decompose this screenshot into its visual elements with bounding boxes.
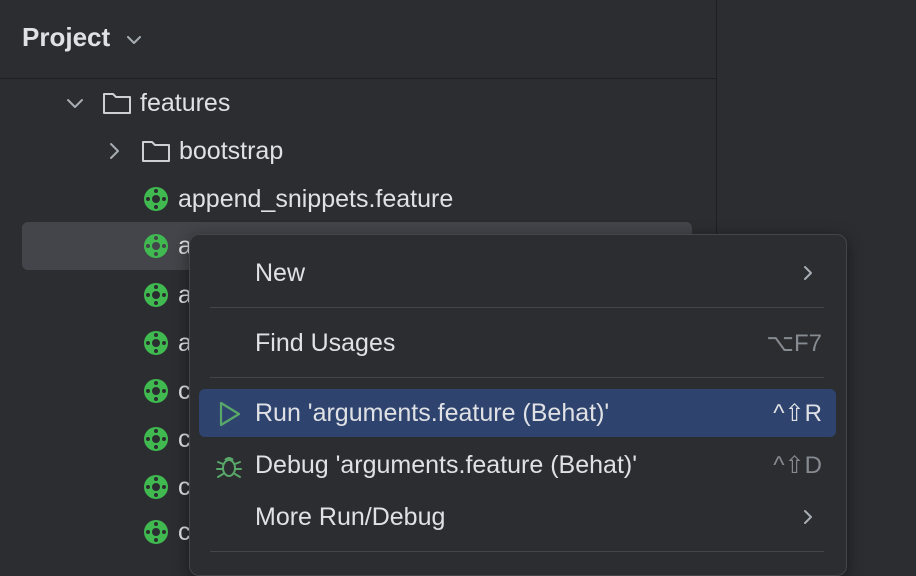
menu-separator [210,307,824,308]
tree-item-feature[interactable]: c [142,367,191,415]
menu-separator [210,551,824,552]
shortcut-label: ^⇧D [773,452,822,479]
menu-item-label: Run 'arguments.feature (Behat)' [255,399,610,427]
tree-item-label: features [140,88,231,117]
menu-separator [210,377,824,378]
chevron-down-icon[interactable] [64,92,86,114]
menu-item-new[interactable]: New [199,249,836,297]
menu-item-debug[interactable]: Debug 'arguments.feature (Behat)' ^⇧D [199,441,836,489]
menu-item-label: Find Usages [255,329,396,357]
cucumber-icon [144,187,168,211]
run-icon [219,401,241,427]
chevron-down-icon[interactable] [124,30,144,50]
cucumber-icon [144,283,168,307]
tree-item-label: append_snippets.feature [178,184,454,213]
cucumber-icon [144,379,168,403]
folder-icon [103,93,131,114]
tree-item-feature[interactable]: a [142,271,192,319]
menu-item-run[interactable]: Run 'arguments.feature (Behat)' ^⇧R [199,389,836,437]
menu-item-find-usages[interactable]: Find Usages ⌥F7 [199,319,836,367]
menu-item-label: New [255,259,306,287]
project-panel-header: Project [0,0,716,78]
debug-bug-icon [216,457,242,478]
tree-item-label: bootstrap [179,136,284,165]
panel-title[interactable]: Project [22,22,110,53]
cucumber-icon [144,520,168,544]
chevron-right-icon[interactable] [103,140,125,162]
tree-item-bootstrap[interactable]: bootstrap [103,127,283,175]
chevron-right-icon [804,510,812,524]
shortcut-label: ^⇧R [773,400,822,427]
folder-icon [142,141,170,162]
tree-item-feature[interactable]: c [142,463,191,511]
menu-item-label: More Run/Debug [255,503,446,531]
tree-item-features[interactable]: features [64,79,230,127]
context-menu: New Find Usages ⌥F7 Run 'arguments.featu… [189,234,847,576]
menu-item-label: Debug 'arguments.feature (Behat)' [255,451,637,479]
cucumber-icon [144,234,168,258]
cucumber-icon [144,331,168,355]
chevron-right-icon [804,266,812,280]
cucumber-icon [144,475,168,499]
menu-item-more-run-debug[interactable]: More Run/Debug [199,493,836,541]
tree-item-feature[interactable]: c [142,508,191,556]
tree-item-append-snippets[interactable]: append_snippets.feature [142,175,453,223]
tree-item-feature[interactable]: a [142,319,192,367]
shortcut-label: ⌥F7 [766,330,822,357]
cucumber-icon [144,427,168,451]
tree-item-feature[interactable]: c [142,415,191,463]
